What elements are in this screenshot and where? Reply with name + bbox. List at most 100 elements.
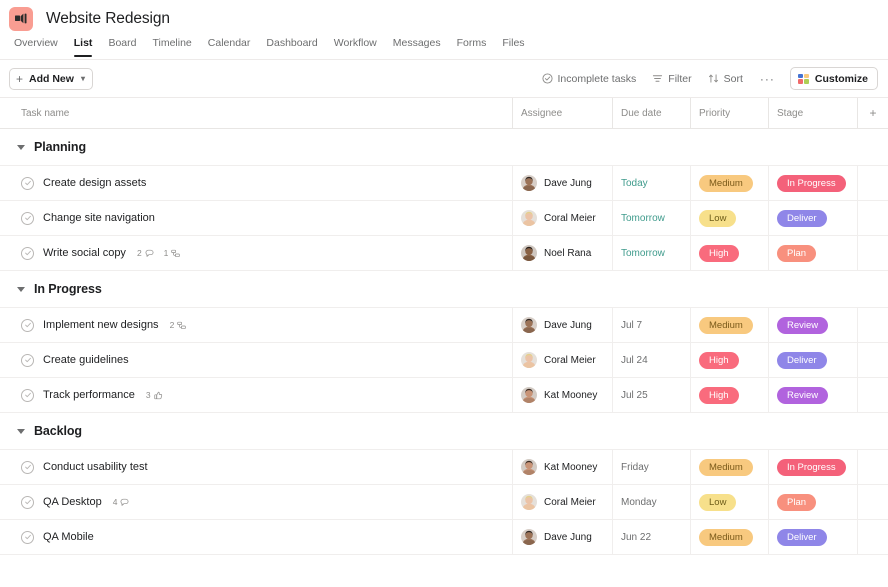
table-row[interactable]: Change site navigationCoral MeierTomorro… (0, 201, 888, 236)
incomplete-tasks-button[interactable]: Incomplete tasks (534, 68, 645, 90)
stage-badge[interactable]: Plan (777, 245, 816, 262)
complete-task-checkbox[interactable] (21, 319, 34, 332)
tab-timeline[interactable]: Timeline (144, 37, 199, 56)
tab-files[interactable]: Files (494, 37, 532, 56)
avatar (521, 352, 537, 368)
cell-stage[interactable]: In Progress (769, 450, 858, 484)
stage-badge[interactable]: Review (777, 317, 828, 334)
priority-badge[interactable]: Medium (699, 317, 753, 334)
priority-badge[interactable]: Medium (699, 459, 753, 476)
section-header-backlog[interactable]: Backlog (0, 413, 888, 450)
complete-task-checkbox[interactable] (21, 177, 34, 190)
cell-stage[interactable]: In Progress (769, 166, 858, 200)
cell-due-date[interactable]: Friday (613, 450, 691, 484)
cell-due-date[interactable]: Today (613, 166, 691, 200)
priority-badge[interactable]: Low (699, 210, 736, 227)
cell-assignee[interactable]: Kat Mooney (513, 378, 613, 412)
cell-priority[interactable]: Medium (691, 520, 769, 554)
table-row[interactable]: Create guidelines Coral MeierJul 24 High De… (0, 343, 888, 378)
cell-stage[interactable]: Plan (769, 236, 858, 270)
table-row[interactable]: Track performance3Kat MooneyJul 25HighRe… (0, 378, 888, 413)
tab-board[interactable]: Board (100, 37, 144, 56)
cell-assignee[interactable]: Noel Rana (513, 236, 613, 270)
complete-task-checkbox[interactable] (21, 531, 34, 544)
stage-badge[interactable]: In Progress (777, 459, 846, 476)
section-header-planning[interactable]: Planning (0, 129, 888, 166)
sort-button[interactable]: Sort (700, 68, 751, 90)
cell-due-date[interactable]: Tomorrow (613, 201, 691, 235)
priority-badge[interactable]: Medium (699, 529, 753, 546)
complete-task-checkbox[interactable] (21, 389, 34, 402)
cell-assignee[interactable]: Dave Jung (513, 308, 613, 342)
cell-due-date[interactable]: Jul 7 (613, 308, 691, 342)
chevron-down-icon[interactable] (17, 287, 25, 292)
priority-badge[interactable]: Low (699, 494, 736, 511)
cell-stage[interactable]: Review (769, 378, 858, 412)
cell-stage[interactable]: Deliver (769, 201, 858, 235)
tab-messages[interactable]: Messages (385, 37, 449, 56)
cell-priority[interactable]: High (691, 343, 769, 377)
table-row[interactable]: QA Desktop4Coral MeierMondayLowPlan (0, 485, 888, 520)
cell-assignee[interactable]: Dave Jung (513, 166, 613, 200)
cell-priority[interactable]: Medium (691, 450, 769, 484)
customize-button[interactable]: Customize (790, 67, 878, 90)
section-header-in-progress[interactable]: In Progress (0, 271, 888, 308)
tab-forms[interactable]: Forms (449, 37, 495, 56)
chevron-down-icon[interactable] (17, 429, 25, 434)
sort-label: Sort (724, 73, 743, 85)
table-row[interactable]: QA MobileDave JungJun 22MediumDeliver (0, 520, 888, 555)
tab-calendar[interactable]: Calendar (200, 37, 259, 56)
priority-badge[interactable]: High (699, 387, 739, 404)
cell-priority[interactable]: Medium (691, 308, 769, 342)
priority-badge[interactable]: High (699, 352, 739, 369)
cell-due-date[interactable]: Jul 25 (613, 378, 691, 412)
chevron-down-icon[interactable] (17, 145, 25, 150)
table-row[interactable]: Implement new designs2Dave JungJul 7Medi… (0, 308, 888, 343)
complete-task-checkbox[interactable] (21, 354, 34, 367)
table-row[interactable]: Create design assetsDave JungTodayMedium… (0, 166, 888, 201)
cell-priority[interactable]: Low (691, 485, 769, 519)
stage-badge[interactable]: Deliver (777, 210, 827, 227)
complete-task-checkbox[interactable] (21, 247, 34, 260)
stage-badge[interactable]: Plan (777, 494, 816, 511)
filter-button[interactable]: Filter (644, 68, 699, 90)
cell-priority[interactable]: Low (691, 201, 769, 235)
cell-priority[interactable]: Medium (691, 166, 769, 200)
task-name-label: Write social copy (43, 247, 126, 259)
cell-priority[interactable]: High (691, 378, 769, 412)
cell-stage[interactable]: Deliver (769, 343, 858, 377)
more-options-button[interactable]: ··· (751, 68, 784, 90)
table-row[interactable]: Conduct usability testKat MooneyFridayMe… (0, 450, 888, 485)
cell-assignee[interactable]: Coral Meier (513, 343, 613, 377)
tab-workflow[interactable]: Workflow (326, 37, 385, 56)
tab-overview[interactable]: Overview (6, 37, 66, 56)
cell-assignee[interactable]: Dave Jung (513, 520, 613, 554)
cell-due-date[interactable]: Tomorrow (613, 236, 691, 270)
table-row[interactable]: Write social copy21Noel RanaTomorrowHigh… (0, 236, 888, 271)
stage-badge[interactable]: Deliver (777, 352, 827, 369)
cell-priority[interactable]: High (691, 236, 769, 270)
priority-badge[interactable]: High (699, 245, 739, 262)
task-name-label: Create guidelines (43, 354, 129, 366)
stage-badge[interactable]: Deliver (777, 529, 827, 546)
stage-badge[interactable]: In Progress (777, 175, 846, 192)
cell-stage[interactable]: Plan (769, 485, 858, 519)
cell-assignee[interactable]: Coral Meier (513, 485, 613, 519)
complete-task-checkbox[interactable] (21, 212, 34, 225)
tab-dashboard[interactable]: Dashboard (258, 37, 325, 56)
tab-list[interactable]: List (66, 37, 101, 56)
priority-badge[interactable]: Medium (699, 175, 753, 192)
cell-assignee[interactable]: Kat Mooney (513, 450, 613, 484)
cell-stage[interactable]: Review (769, 308, 858, 342)
cell-due-date[interactable]: Jul 24 (613, 343, 691, 377)
cell-assignee[interactable]: Coral Meier (513, 201, 613, 235)
stage-badge[interactable]: Review (777, 387, 828, 404)
cell-stage[interactable]: Deliver (769, 520, 858, 554)
complete-task-checkbox[interactable] (21, 461, 34, 474)
cell-due-date[interactable]: Jun 22 (613, 520, 691, 554)
check-circle-icon (542, 73, 553, 84)
add-column-button[interactable]: + (858, 98, 888, 128)
cell-due-date[interactable]: Monday (613, 485, 691, 519)
add-new-button[interactable]: + Add New ▾ (9, 68, 93, 90)
complete-task-checkbox[interactable] (21, 496, 34, 509)
